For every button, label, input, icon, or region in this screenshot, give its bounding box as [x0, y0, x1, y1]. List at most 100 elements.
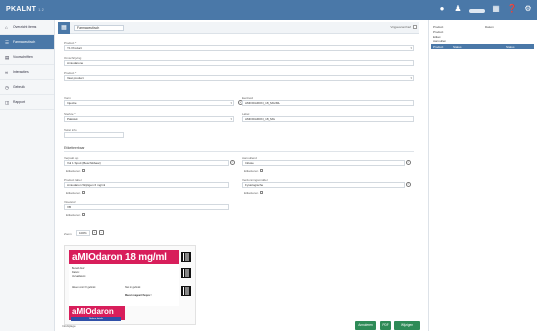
checkbox-label: Etiketteren: [66, 213, 81, 217]
zoom-in-icon[interactable]: +: [92, 230, 97, 235]
search-icon[interactable]: ⌕: [406, 182, 411, 187]
label-text: Meest reageert flesjes !: [125, 294, 152, 297]
label-banner: aMIOdaron 18 mg/ml: [69, 250, 179, 264]
annuleren-button[interactable]: Annuleren: [355, 321, 376, 330]
field-value: Vul 1 Spuit (Beschikbaar): [67, 161, 101, 165]
field-value: Amiodaron Wijzigen 6 mg/ml: [67, 183, 106, 187]
sub-toolbar: ▦ Farmaceutisch Vrijgave/archief: [58, 22, 419, 34]
help-icon[interactable]: ❓: [507, 4, 517, 14]
sidebar-item-gebruik[interactable]: ◷ Gebruik: [0, 80, 54, 95]
label-text: Bereid door:: [72, 267, 86, 270]
sidebar-item-interacties[interactable]: ∞ Interacties: [0, 65, 54, 80]
chevron-down-icon: ▾: [230, 101, 232, 105]
panel-text: Datum: [485, 25, 494, 29]
app-logo[interactable]: PKALNT 1.2: [6, 6, 44, 13]
field-value: Y1 Product: [67, 46, 82, 50]
grid-icon[interactable]: ▦: [491, 4, 501, 14]
label-text: Alleen voor IV gebruik: [72, 286, 96, 289]
etiketteren-checkbox[interactable]: [82, 191, 85, 194]
search-icon[interactable]: ⌕: [230, 160, 235, 165]
chevron-down-icon: ▾: [410, 76, 412, 80]
label-text: Vervaldatum:: [72, 275, 86, 278]
column-header: Status: [506, 44, 515, 49]
pdf-button[interactable]: PDF: [380, 321, 391, 330]
panel-text: Aanvullen: [433, 39, 447, 43]
field-value: Infusie: [245, 161, 254, 165]
zoom-label: Zoom: [64, 232, 72, 236]
label-input[interactable]: AMIODARON_18_MG: [242, 116, 414, 122]
sidebar-item-label: Gebruik: [13, 85, 25, 89]
top-bar: PKALNT 1.2 ● ♟ ▦ ❓ ⚙: [0, 0, 537, 20]
field-value: Pakstuk: [67, 117, 78, 121]
section-title: Etiketteerbaar: [64, 146, 85, 150]
sidebar: ⌂ Overzicht items ☰ Farmaceutisch ▤ Voor…: [0, 20, 55, 331]
sidebar-item-rapport[interactable]: ◫ Rapport: [0, 95, 54, 110]
sidebar-item-label: Farmaceutisch: [13, 40, 36, 44]
etiketteren-checkbox[interactable]: [82, 213, 85, 216]
right-panel: Product Datum Product Etiket Aanvullen P…: [428, 20, 537, 331]
link-icon: ∞: [5, 69, 9, 75]
clock-icon: ◷: [5, 84, 9, 90]
verdunning-input[interactable]: Fysiologische: [242, 182, 405, 188]
product-select[interactable]: Y1 Product ▾: [64, 45, 414, 51]
bell-icon[interactable]: ●: [437, 4, 447, 14]
app-logo-text: PKALNT: [6, 6, 37, 13]
label-text: Niet in gebruik: [125, 286, 141, 289]
omschrijving-input[interactable]: Amiodarone: [64, 60, 414, 66]
field-value: AMIODARON_18_MG: [245, 117, 276, 121]
chevron-down-icon: ▾: [410, 46, 412, 50]
etiketteren-checkbox[interactable]: [82, 169, 85, 172]
app-version: 1.2: [38, 8, 44, 12]
column-header: Status: [453, 44, 462, 49]
panel-text: Product: [433, 25, 444, 29]
label-brand: aMIOdaron 18 mg/ml: [72, 252, 167, 263]
divider: [64, 151, 414, 152]
doc-icon: ▤: [5, 54, 10, 60]
etiketteren-checkbox[interactable]: [260, 169, 263, 172]
panel-text: Product: [433, 30, 444, 34]
label-body: Bereid door: Datum: Vervaldatum: Alleen …: [69, 264, 179, 306]
chevron-down-icon: ▾: [230, 117, 232, 121]
field-value: VB: [67, 205, 72, 209]
field-value: 100%: [79, 231, 87, 235]
subbar-title[interactable]: Farmaceutisch: [74, 25, 124, 31]
tekst-info-input[interactable]: [64, 132, 124, 138]
qr-code: [181, 286, 191, 296]
aanvullend-input[interactable]: Infusie: [242, 160, 405, 166]
field-value: AMIODARON_18_MG/ML: [245, 101, 281, 105]
sidebar-item-overzicht[interactable]: ⌂ Overzicht items: [0, 20, 54, 35]
sidebar-item-voorschriften[interactable]: ▤ Voorschriften: [0, 50, 54, 65]
sterkte-select[interactable]: Pakstuk ▾: [64, 116, 234, 122]
label-brand: aMIOdaron: [72, 307, 114, 316]
chart-icon: ◫: [5, 99, 10, 105]
search-icon[interactable]: ⌕: [406, 160, 411, 165]
product-type-select[interactable]: Vast product ▾: [64, 75, 414, 81]
field-value: Fysiologische: [245, 183, 264, 187]
product-label-input[interactable]: Amiodaron Wijzigen 6 mg/ml: [64, 182, 229, 188]
vloeistof-input[interactable]: VB: [64, 204, 229, 210]
field-value: Vast product: [67, 76, 84, 80]
subbar-right-label: Vrijgave/archief: [390, 25, 411, 29]
zoom-select[interactable]: 100%: [76, 230, 90, 236]
vorm-select[interactable]: Injectie ▾: [64, 100, 234, 106]
drug-label-preview: aMIOdaron 18 mg/ml Bereid door: Datum: V…: [64, 245, 196, 325]
user-menu[interactable]: [469, 8, 485, 13]
checkbox-label: Etiketteren: [66, 191, 81, 195]
sidebar-item-farmaceutisch[interactable]: ☰ Farmaceutisch: [0, 35, 54, 50]
qr-code: [181, 268, 191, 278]
user-icon[interactable]: ♟: [453, 4, 463, 14]
eenheid-input[interactable]: AMIODARON_18_MG/ML: [242, 100, 414, 106]
gear-icon[interactable]: ⚙: [523, 4, 533, 14]
checkbox-label: Etiketteren: [244, 191, 259, 195]
home-icon: ⌂: [5, 24, 8, 30]
verpakt-input[interactable]: Vul 1 Spuit (Beschikbaar): [64, 160, 229, 166]
checkbox-label: Etiketteren: [244, 169, 259, 173]
zoom-out-icon[interactable]: −: [99, 230, 104, 235]
grid-icon[interactable]: ▦: [58, 22, 70, 34]
checkbox-label: Etiketteren: [66, 169, 81, 173]
etiketteren-checkbox[interactable]: [260, 191, 263, 194]
subbar-checkbox[interactable]: [413, 25, 417, 29]
sidebar-item-label: Rapport: [13, 100, 26, 104]
qr-code: [181, 252, 191, 262]
wijzigen-button[interactable]: Wijzigen: [394, 321, 420, 330]
